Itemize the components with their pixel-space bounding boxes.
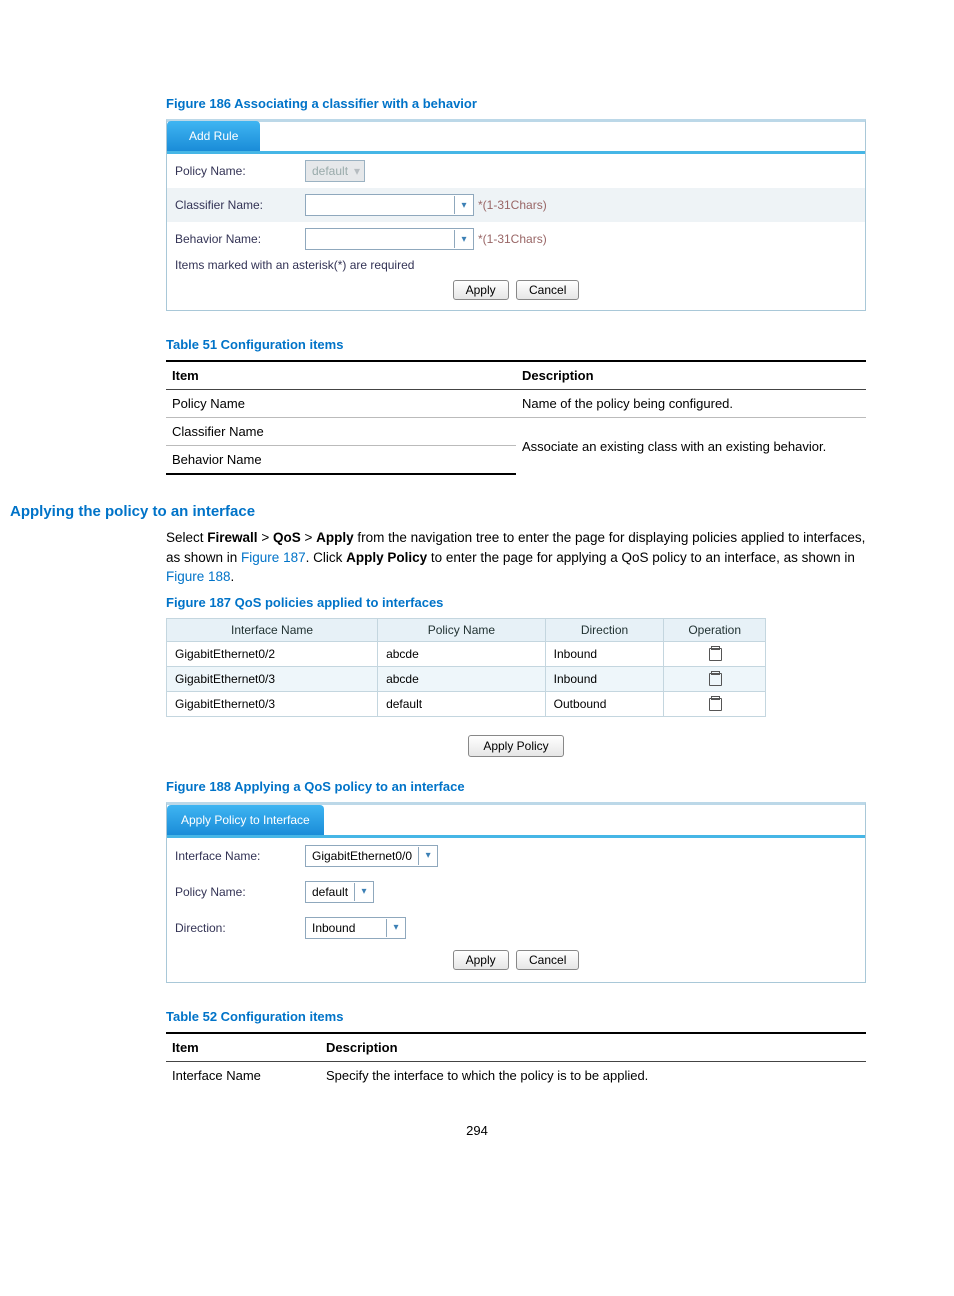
policy-name-value: default [312,164,348,178]
interface-name-label: Interface Name: [175,849,305,863]
table52-head-desc: Description [320,1033,866,1062]
add-rule-tab[interactable]: Add Rule [167,121,260,151]
applying-paragraph: Select Firewall > QoS > Apply from the n… [166,528,866,587]
table51-r3-item: Behavior Name [166,446,516,475]
chevron-down-icon: ▾ [354,164,360,178]
policy-name-label-188: Policy Name: [175,885,305,899]
table51-head-item: Item [166,361,516,390]
page-number: 294 [88,1123,866,1138]
behavior-hint: *(1-31Chars) [478,232,547,246]
table52-r1-desc: Specify the interface to which the polic… [320,1061,866,1089]
cancel-button-188[interactable]: Cancel [516,950,579,970]
classifier-name-label: Classifier Name: [175,198,305,212]
figure187-link[interactable]: Figure 187 [241,550,306,565]
policy-name-label: Policy Name: [175,164,305,178]
apply-policy-panel: Apply Policy to Interface Interface Name… [166,802,866,983]
classifier-name-input[interactable] [310,195,454,215]
apply-policy-button[interactable]: Apply Policy [468,735,563,757]
chevron-down-icon[interactable]: ▾ [354,883,373,901]
chevron-down-icon[interactable]: ▾ [386,919,405,937]
table51-r1-desc: Name of the policy being configured. [516,390,866,418]
figure188-link[interactable]: Figure 188 [166,569,231,584]
required-note: Items marked with an asterisk(*) are req… [167,256,865,276]
col-policy: Policy Name [378,618,546,641]
table51-r2-item: Classifier Name [166,418,516,446]
behavior-name-label: Behavior Name: [175,232,305,246]
figure187-grid: Interface Name Policy Name Direction Ope… [166,618,766,717]
classifier-hint: *(1-31Chars) [478,198,547,212]
col-interface: Interface Name [167,618,378,641]
table52-head-item: Item [166,1033,320,1062]
chevron-down-icon[interactable]: ▾ [418,847,437,865]
policy-name-select: default ▾ [305,160,365,182]
policy-name-select-188[interactable]: default ▾ [305,881,374,903]
table51-r1-item: Policy Name [166,390,516,418]
table52-caption: Table 52 Configuration items [166,1009,866,1024]
behavior-name-select[interactable]: ▾ [305,228,474,250]
apply-policy-tab[interactable]: Apply Policy to Interface [167,805,324,835]
col-operation: Operation [664,618,766,641]
apply-button-188[interactable]: Apply [453,950,509,970]
table51-caption: Table 51 Configuration items [166,337,866,352]
grid-row: GigabitEthernet0/3 abcde Inbound [167,666,766,691]
direction-label: Direction: [175,921,305,935]
table51-merged-desc: Associate an existing class with an exis… [516,418,866,475]
classifier-name-select[interactable]: ▾ [305,194,474,216]
table52-r1-item: Interface Name [166,1061,320,1089]
interface-name-select[interactable]: GigabitEthernet0/0 ▾ [305,845,438,867]
trash-icon[interactable] [709,646,720,659]
chevron-down-icon[interactable]: ▾ [454,196,473,214]
trash-icon[interactable] [709,696,720,709]
figure188-caption: Figure 188 Applying a QoS policy to an i… [166,779,866,794]
behavior-name-input[interactable] [310,229,454,249]
col-direction: Direction [545,618,664,641]
grid-row: GigabitEthernet0/2 abcde Inbound [167,641,766,666]
add-rule-panel: Add Rule Policy Name: default ▾ Classifi… [166,119,866,311]
table51: Item Description Policy Name Name of the… [166,360,866,475]
figure187-caption: Figure 187 QoS policies applied to inter… [166,595,866,610]
applying-heading: Applying the policy to an interface [10,503,866,520]
trash-icon[interactable] [709,671,720,684]
grid-row: GigabitEthernet0/3 default Outbound [167,691,766,716]
table52: Item Description Interface Name Specify … [166,1032,866,1089]
table51-head-desc: Description [516,361,866,390]
apply-button[interactable]: Apply [453,280,509,300]
direction-select[interactable]: Inbound ▾ [305,917,406,939]
cancel-button[interactable]: Cancel [516,280,579,300]
figure186-caption: Figure 186 Associating a classifier with… [166,96,866,111]
chevron-down-icon[interactable]: ▾ [454,230,473,248]
